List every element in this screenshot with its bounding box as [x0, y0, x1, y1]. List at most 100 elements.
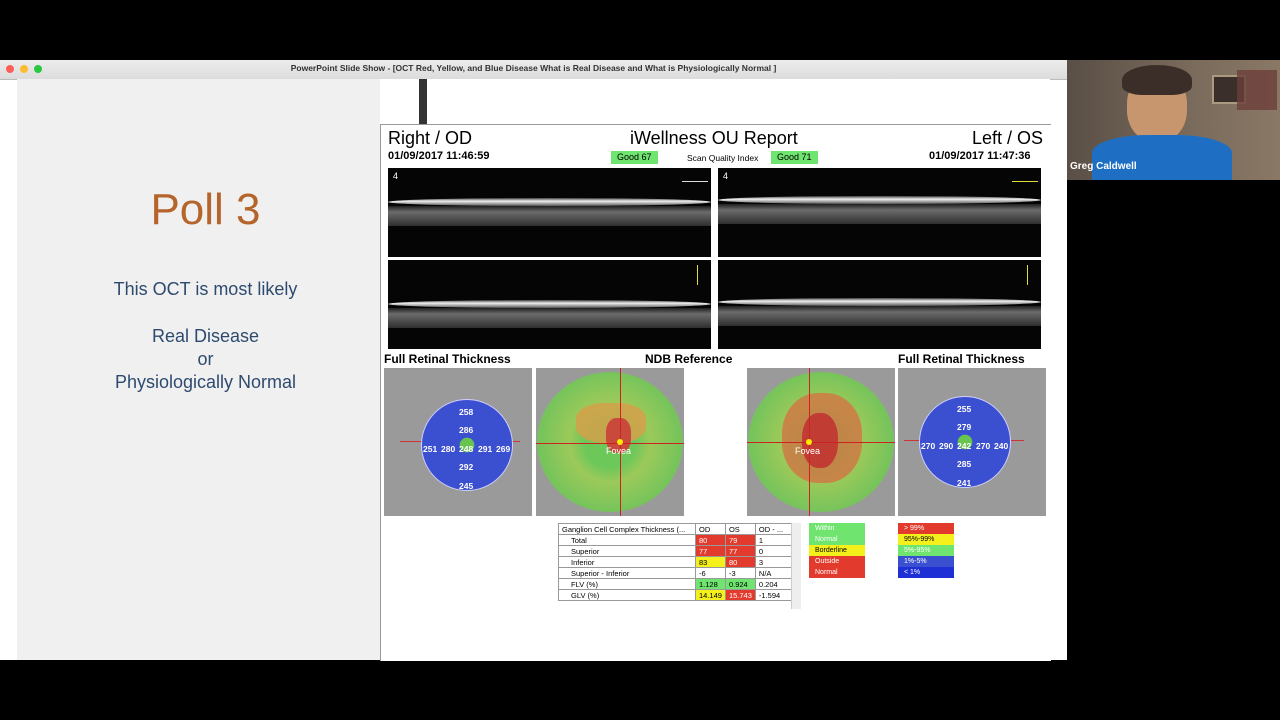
fovea-label-os: Fovea: [795, 446, 821, 456]
webcam-video: Greg Caldwell: [1067, 60, 1280, 180]
wall-photos: [1237, 70, 1277, 110]
legend-item: 95%-99%: [898, 534, 954, 545]
scan-number: 4: [393, 171, 399, 181]
slide: Poll 3 This OCT is most likely Real Dise…: [17, 79, 1051, 661]
table-row: Superior 77 77 0: [558, 545, 793, 557]
cell-od: 83: [695, 556, 726, 568]
cell-od: 80: [695, 534, 726, 546]
poll-or: or: [197, 349, 214, 369]
os-value-left: 270: [921, 441, 936, 451]
cell-os: 0.924: [724, 578, 756, 590]
cell-od: -6: [695, 567, 726, 579]
gcc-table-panel: Ganglion Cell Complex Thickness (... OD …: [558, 523, 802, 611]
cell-diff: N/A: [754, 567, 793, 579]
bscan-od-horizontal: 4: [388, 168, 711, 257]
od-value-bottom: 245: [459, 481, 474, 491]
row-label: Superior - Inferior: [558, 567, 696, 579]
percentile-legend: > 99% 95%-99% 5%-95% 1%-5% < 1%: [898, 523, 954, 578]
quality-od-badge: Good 67: [611, 151, 658, 164]
column-header[interactable]: OD - ...: [754, 523, 793, 535]
row-label: Total: [558, 534, 696, 546]
window-title: PowerPoint Slide Show - [OCT Red, Yellow…: [290, 63, 777, 73]
section-full-retinal-thickness-od: Full Retinal Thickness: [384, 352, 511, 366]
poll-question: This OCT is most likely: [113, 279, 298, 299]
table-row: FLV (%) 1.128 0.924 0.204: [558, 578, 793, 590]
scan-direction-arrow-icon: [697, 265, 698, 285]
report-right-od-label: Right / OD: [388, 128, 473, 148]
scan-date-os: 01/09/2017 11:47:36: [929, 150, 1031, 162]
fovea-label-od: Fovea: [606, 446, 632, 456]
cell-os: -3: [724, 567, 756, 579]
scan-direction-arrow-icon: [1012, 181, 1038, 182]
table-header-row: Ganglion Cell Complex Thickness (... OD …: [558, 523, 793, 535]
od-value-inner-bottom: 292: [459, 462, 474, 472]
table-row: Inferior 83 80 3: [558, 556, 793, 568]
row-label: Superior: [558, 545, 696, 557]
row-label: Inferior: [558, 556, 696, 568]
legend-item: < 1%: [898, 567, 954, 578]
legend-item: Borderline: [809, 545, 865, 556]
cell-diff: 0: [754, 545, 793, 557]
bscan-od-vertical: [388, 260, 711, 349]
cell-od: 1.128: [695, 578, 726, 590]
table-row: Superior - Inferior -6 -3 N/A: [558, 567, 793, 579]
row-label: GLV (%): [558, 589, 696, 601]
poll-option-physiologically-normal: Physiologically Normal: [114, 372, 297, 392]
report-title: iWellness OU Report: [630, 128, 798, 148]
thickness-map-os: 255 279 270 290 242 270 240 285 241: [898, 368, 1046, 516]
os-value-right: 240: [994, 441, 1009, 451]
ndb-map-od: Fovea: [536, 368, 684, 516]
cell-os: 77: [724, 545, 756, 557]
legend-item: Within: [809, 523, 865, 534]
cell-diff: 3: [754, 556, 793, 568]
bscan-os-horizontal: 4: [718, 168, 1041, 257]
poll-option-real-disease: Real Disease: [151, 326, 260, 346]
legend-item: 5%-95%: [898, 545, 954, 556]
cell-os: 15.743: [724, 589, 756, 601]
od-value-top: 258: [459, 407, 474, 417]
column-header[interactable]: OD: [695, 523, 726, 535]
cell-od: 77: [695, 545, 726, 557]
person-shirt: [1092, 135, 1232, 180]
os-value-bottom: 241: [957, 478, 972, 488]
od-value-center: 248: [459, 444, 474, 454]
os-value-top: 255: [957, 404, 972, 414]
cell-diff: 1: [754, 534, 793, 546]
legend-item: > 99%: [898, 523, 954, 534]
quality-label: Scan Quality Index: [687, 153, 759, 163]
window-titlebar: PowerPoint Slide Show - [OCT Red, Yellow…: [0, 60, 1067, 80]
gcc-table: Ganglion Cell Complex Thickness (... OD …: [558, 523, 793, 601]
legend-item: Normal: [809, 534, 865, 545]
legend-item: Normal: [809, 567, 865, 578]
thickness-map-od: 258 286 251 280 248 291 269 292 245: [384, 368, 532, 516]
os-value-inner-top: 279: [957, 422, 972, 432]
od-value-inner-left: 280: [441, 444, 456, 454]
table-scrollbar[interactable]: [791, 523, 801, 609]
person-hair: [1122, 65, 1192, 95]
cell-diff: 0.204: [754, 578, 793, 590]
oct-report: Right / OD iWellness OU Report Left / OS…: [380, 124, 1051, 661]
column-header[interactable]: Ganglion Cell Complex Thickness (...: [558, 523, 696, 535]
slide-divider: [419, 79, 427, 124]
legend-item: Outside: [809, 556, 865, 567]
scan-direction-arrow-icon: [682, 181, 708, 182]
os-value-inner-right: 270: [976, 441, 991, 451]
cell-diff: -1.594: [754, 589, 793, 601]
section-ndb-reference: NDB Reference: [645, 352, 733, 366]
norm-legend: Within Normal Borderline Outside Normal: [809, 523, 865, 578]
os-value-inner-left: 290: [939, 441, 954, 451]
od-value-inner-top: 286: [459, 425, 474, 435]
ndb-map-os: Fovea: [747, 368, 895, 516]
od-value-right: 269: [496, 444, 511, 454]
column-header[interactable]: OS: [724, 523, 756, 535]
cell-os: 80: [724, 556, 756, 568]
report-left-os-label: Left / OS: [972, 128, 1044, 148]
os-value-inner-bottom: 285: [957, 459, 972, 469]
od-value-left: 251: [423, 444, 438, 454]
row-label: FLV (%): [558, 578, 696, 590]
participant-name: Greg Caldwell: [1070, 161, 1137, 172]
cell-os: 79: [724, 534, 756, 546]
section-full-retinal-thickness-os: Full Retinal Thickness: [898, 352, 1025, 366]
scan-direction-arrow-icon: [1027, 265, 1028, 285]
scan-date-od: 01/09/2017 11:46:59: [388, 150, 490, 162]
